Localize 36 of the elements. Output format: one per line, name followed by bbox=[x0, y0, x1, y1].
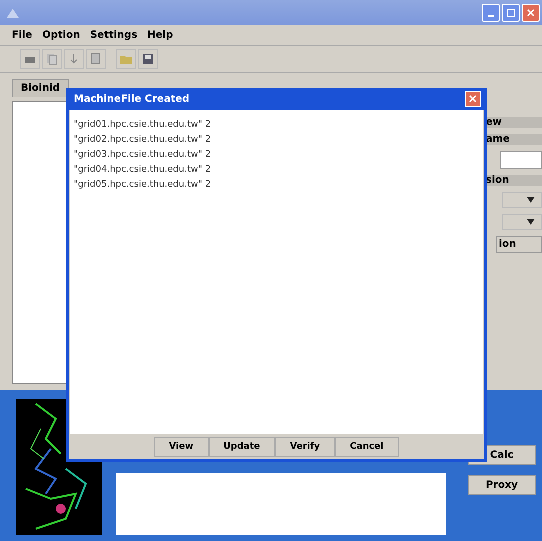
dialog-button[interactable]: Verify bbox=[275, 436, 336, 456]
caret-icon bbox=[527, 197, 535, 203]
close-icon bbox=[469, 95, 477, 103]
machine-line: "grid02.hpc.csie.thu.edu.tw" 2 bbox=[74, 134, 212, 147]
menu-item[interactable]: Help bbox=[148, 30, 174, 40]
menu-item[interactable]: Option bbox=[42, 30, 80, 40]
dropdown[interactable] bbox=[502, 192, 542, 208]
tab[interactable]: Bioinid bbox=[12, 79, 70, 97]
close-button[interactable] bbox=[522, 4, 540, 22]
close-icon bbox=[527, 8, 535, 16]
menu-item[interactable]: Settings bbox=[90, 30, 138, 40]
close-button[interactable] bbox=[465, 91, 481, 107]
minimize-button[interactable] bbox=[482, 4, 500, 22]
minimize-icon bbox=[488, 14, 494, 16]
action-button[interactable]: Proxy bbox=[468, 475, 536, 495]
dialog-button[interactable]: View bbox=[154, 436, 209, 456]
input-field[interactable] bbox=[500, 151, 542, 169]
machine-line: "grid04.hpc.csie.thu.edu.tw" 2 bbox=[74, 164, 212, 177]
save-icon[interactable] bbox=[138, 49, 158, 69]
caret-icon bbox=[527, 219, 535, 225]
copy-icon[interactable] bbox=[42, 49, 62, 69]
dialog-button[interactable]: Update bbox=[208, 436, 276, 456]
dropdown[interactable] bbox=[502, 214, 542, 230]
document-icon[interactable] bbox=[86, 49, 106, 69]
print-icon[interactable] bbox=[20, 49, 40, 69]
download-icon[interactable] bbox=[64, 49, 84, 69]
dialog-button[interactable]: Cancel bbox=[335, 436, 399, 456]
dialog-title: MachineFile Created bbox=[74, 94, 190, 104]
machine-line: "grid05.hpc.csie.thu.edu.tw" 2 bbox=[74, 179, 212, 192]
menu-item[interactable]: File bbox=[12, 30, 32, 40]
maximize-icon bbox=[507, 8, 515, 16]
option-button[interactable]: ion bbox=[496, 236, 542, 253]
machine-line: "grid03.hpc.csie.thu.edu.tw" 2 bbox=[74, 149, 212, 162]
app-icon bbox=[6, 6, 20, 18]
machine-line: "grid01.hpc.csie.thu.edu.tw" 2 bbox=[74, 119, 212, 132]
maximize-button[interactable] bbox=[502, 4, 520, 22]
